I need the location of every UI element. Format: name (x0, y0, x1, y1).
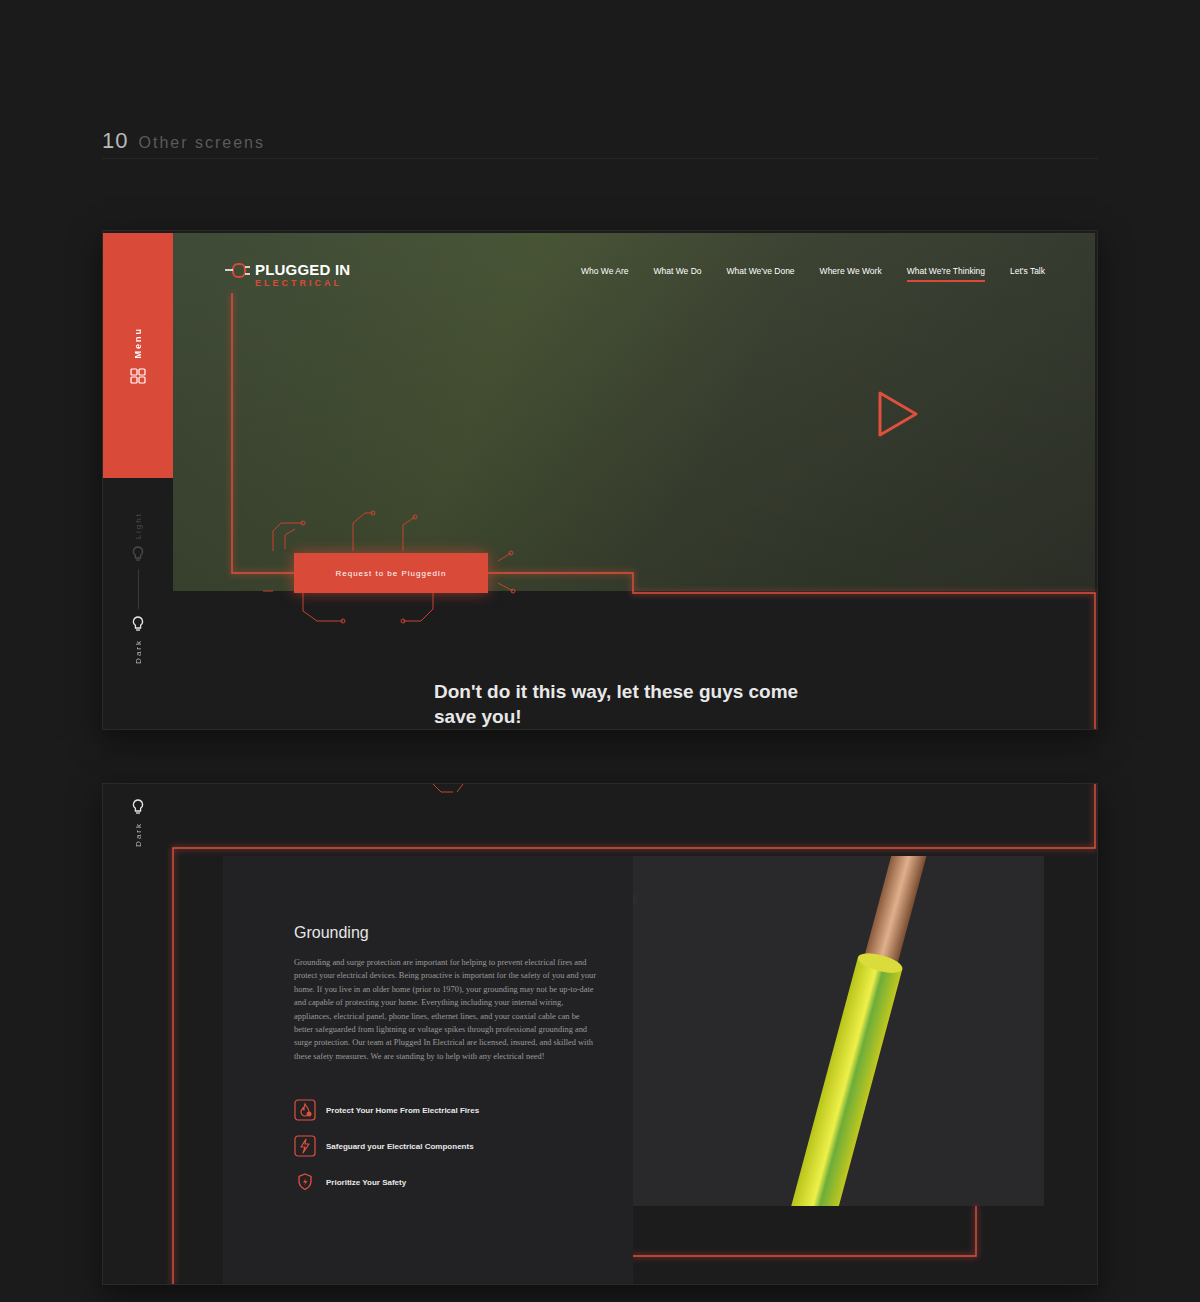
main-nav: Who We Are What We Do What We've Done Where… (581, 266, 1045, 282)
headline: Don't do it this way, let these guys com… (434, 679, 834, 729)
main-area: Grounding Grounding and surge protection … (173, 784, 1097, 1284)
section-number: 10 (102, 128, 128, 154)
theme-label: Dark (134, 639, 143, 664)
shield-icon (294, 1171, 316, 1193)
logo-name: PLUGGED IN (255, 261, 350, 278)
toggle-track (138, 569, 139, 609)
theme-label: Light (134, 512, 143, 539)
theme-toggle[interactable]: Dark (131, 798, 145, 847)
feature-label: Protect Your Home From Electrical Fires (326, 1105, 486, 1116)
theme-label: Dark (134, 822, 143, 847)
play-icon[interactable] (876, 389, 920, 439)
feature-list: Protect Your Home From Electrical Fires S… (294, 1099, 597, 1193)
feature-label: Prioritize Your Safety (326, 1177, 486, 1188)
request-button[interactable]: Request to be PluggedIn (294, 553, 488, 593)
bulb-icon (131, 545, 145, 563)
wire-image (633, 856, 1044, 1206)
theme-toggle[interactable]: Light Dark (131, 512, 145, 664)
grounding-screen: Dark Grounding Grounding and surge protect… (102, 783, 1098, 1285)
nav-link[interactable]: Let's Talk (1010, 266, 1045, 282)
plug-icon (225, 261, 251, 281)
bulb-icon (131, 615, 145, 633)
sidebar: Dark (103, 784, 173, 1284)
feature-item: Safeguard your Electrical Components (294, 1135, 597, 1157)
sidebar: Menu Light Dark (103, 233, 173, 729)
nav-link[interactable]: What We've Done (727, 266, 795, 282)
nav-link[interactable]: Where We Work (820, 266, 882, 282)
theme-option[interactable]: Dark (131, 798, 145, 847)
feature-item: Prioritize Your Safety (294, 1171, 597, 1193)
grid-icon (130, 368, 146, 384)
home-screen: Menu Light Dark PLUGGED INELECTRICAL Who We … (102, 230, 1098, 730)
section-header: 10 Other screens (102, 128, 1098, 159)
section-title: Other screens (138, 134, 264, 152)
feature-label: Safeguard your Electrical Components (326, 1141, 486, 1152)
nav-link[interactable]: What We're Thinking (907, 266, 985, 282)
theme-option[interactable]: Light (131, 512, 145, 563)
section-body: Grounding and surge protection are impor… (294, 956, 597, 1063)
intro-section: Don't do it this way, let these guys com… (173, 591, 1097, 729)
logo-text: PLUGGED INELECTRICAL (255, 261, 350, 289)
menu-label: Menu (133, 327, 143, 359)
content-row: Grounding Grounding and surge protection … (173, 856, 1097, 1284)
menu-button[interactable]: Menu (103, 233, 173, 478)
main-area: PLUGGED INELECTRICAL Who We Are What We Do… (173, 233, 1097, 729)
bolt-icon (294, 1135, 316, 1157)
feature-item: Protect Your Home From Electrical Fires (294, 1099, 597, 1121)
theme-option[interactable]: Dark (131, 615, 145, 664)
logo[interactable]: PLUGGED INELECTRICAL (225, 261, 350, 289)
nav-link[interactable]: What We Do (653, 266, 701, 282)
fire-icon (294, 1099, 316, 1121)
bulb-icon (131, 798, 145, 816)
hero-photo: PLUGGED INELECTRICAL Who We Are What We Do… (173, 233, 1095, 591)
circuit-lines (103, 231, 1098, 730)
text-panel: Grounding Grounding and surge protection … (223, 856, 633, 1284)
logo-tagline: ELECTRICAL (255, 278, 350, 289)
wire-photo (633, 856, 1044, 1206)
nav-link[interactable]: Who We Are (581, 266, 629, 282)
section-title: Grounding (294, 924, 597, 942)
